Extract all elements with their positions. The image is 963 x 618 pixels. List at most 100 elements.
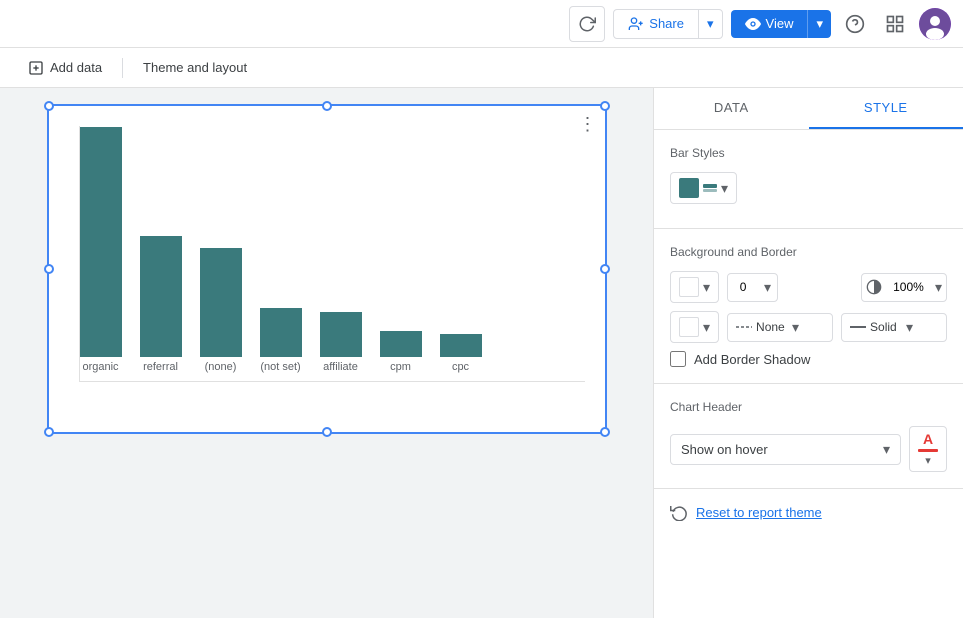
bar-color-chevron: ▾ <box>721 180 728 197</box>
bar[interactable] <box>440 334 482 357</box>
border-style-row: ▾ None ▾ Solid ▾ <box>670 311 947 343</box>
bar-color-picker[interactable]: ▾ <box>670 172 737 204</box>
bar-group: referral <box>140 236 182 373</box>
border-solid-dropdown[interactable]: Solid ▾ <box>841 313 947 342</box>
border-none-dropdown[interactable]: None ▾ <box>727 313 833 342</box>
opacity-icon <box>866 279 882 295</box>
bar[interactable] <box>140 236 182 357</box>
border-solid-icon <box>850 322 866 332</box>
second-toolbar: Add data Theme and layout <box>0 48 963 88</box>
share-dropdown-arrow[interactable]: ▾ <box>698 10 722 38</box>
bar-group: (not set) <box>260 308 302 373</box>
bar-label: organic <box>82 361 118 373</box>
bar[interactable] <box>260 308 302 357</box>
handle-bot-mid[interactable] <box>322 427 332 437</box>
view-arrow-icon: ▾ <box>816 16 823 32</box>
grid-view-button[interactable] <box>879 8 911 40</box>
bar-label: affiliate <box>323 361 358 373</box>
avatar[interactable] <box>919 8 951 40</box>
handle-top-left[interactable] <box>44 101 54 111</box>
text-color-chevron: ▾ <box>925 454 931 467</box>
background-border-title: Background and Border <box>670 245 947 259</box>
share-label: Share <box>649 16 684 31</box>
view-dropdown-arrow[interactable]: ▾ <box>807 10 831 38</box>
bar-group: cpm <box>380 331 422 373</box>
shadow-label: Add Border Shadow <box>694 352 810 367</box>
fill-icon <box>703 184 717 192</box>
bars-container: organic referral (none) (not set) affiliate c… <box>79 126 585 382</box>
chart-header-section: Chart Header Show on hover ▾ A ▾ <box>654 384 963 489</box>
share-arrow-icon: ▾ <box>707 16 714 32</box>
show-on-hover-chevron: ▾ <box>883 441 890 458</box>
handle-top-mid[interactable] <box>322 101 332 111</box>
reset-row[interactable]: Reset to report theme <box>654 489 963 535</box>
theme-layout-button[interactable]: Theme and layout <box>131 54 259 81</box>
bar-style-dropdown-row: ▾ <box>670 172 947 204</box>
handle-mid-left[interactable] <box>44 264 54 274</box>
border-size-wrap[interactable]: ▾ <box>727 273 778 302</box>
bar-label: cpc <box>452 361 469 373</box>
refresh-button[interactable] <box>569 6 605 42</box>
handle-bot-left[interactable] <box>44 427 54 437</box>
reset-link[interactable]: Reset to report theme <box>696 505 822 520</box>
shadow-checkbox[interactable] <box>670 351 686 367</box>
none-label: None <box>756 320 788 334</box>
share-main[interactable]: Share <box>614 10 698 38</box>
reset-icon <box>670 503 688 521</box>
solid-label: Solid <box>870 320 902 334</box>
bar[interactable] <box>380 331 422 357</box>
handle-top-right[interactable] <box>600 101 610 111</box>
bar[interactable] <box>320 312 362 357</box>
background-border-section: Background and Border ▾ ▾ ▾ <box>654 229 963 384</box>
border-color-picker[interactable]: ▾ <box>670 311 719 343</box>
text-color-bar <box>918 449 938 452</box>
opacity-input[interactable] <box>886 275 931 299</box>
chart-container[interactable]: ⋮ organicreferral(none)(not set)affiliat… <box>47 104 607 434</box>
shadow-checkbox-row: Add Border Shadow <box>670 351 947 367</box>
tab-style[interactable]: STYLE <box>809 88 963 129</box>
bar[interactable] <box>80 127 122 357</box>
solid-chevron: ▾ <box>906 319 938 336</box>
opacity-wrap[interactable]: ▾ <box>861 273 947 302</box>
view-button[interactable]: View ▾ <box>731 10 831 38</box>
handle-mid-right[interactable] <box>600 264 610 274</box>
panel-tabs: DATA STYLE <box>654 88 963 130</box>
border-color-chevron: ▾ <box>703 319 710 336</box>
border-size-input[interactable] <box>728 275 758 299</box>
border-color-swatch <box>679 317 699 337</box>
bar-group: cpc <box>440 334 482 373</box>
help-button[interactable] <box>839 8 871 40</box>
bar-label: referral <box>143 361 178 373</box>
bar-group: (none) <box>200 248 242 373</box>
view-main[interactable]: View <box>731 10 808 38</box>
bg-color-row: ▾ ▾ ▾ <box>670 271 947 303</box>
bar-styles-section: Bar Styles ▾ <box>654 130 963 229</box>
bar-color-swatch <box>679 178 699 198</box>
add-data-label: Add data <box>50 60 102 75</box>
share-button[interactable]: Share ▾ <box>613 9 722 39</box>
bar-label: cpm <box>390 361 411 373</box>
text-color-button[interactable]: A ▾ <box>909 426 947 472</box>
opacity-dropdown[interactable]: ▾ <box>931 274 946 301</box>
add-data-button[interactable]: Add data <box>16 54 114 82</box>
view-label: View <box>766 16 794 31</box>
bg-color-picker[interactable]: ▾ <box>670 271 719 303</box>
handle-bot-right[interactable] <box>600 427 610 437</box>
bar-group: affiliate <box>320 312 362 373</box>
right-panel: DATA STYLE Bar Styles ▾ Ba <box>653 88 963 618</box>
bg-color-chevron: ▾ <box>703 279 710 296</box>
main-content: ⋮ organicreferral(none)(not set)affiliat… <box>0 88 963 618</box>
chart-header-title: Chart Header <box>670 400 947 414</box>
show-on-hover-label: Show on hover <box>681 442 768 457</box>
bar[interactable] <box>200 248 242 357</box>
border-none-icon <box>736 322 752 332</box>
canvas-area: ⋮ organicreferral(none)(not set)affiliat… <box>0 88 653 618</box>
theme-layout-label: Theme and layout <box>143 60 247 75</box>
none-chevron: ▾ <box>792 319 824 336</box>
tab-data[interactable]: DATA <box>654 88 809 129</box>
border-dropdown-btn[interactable]: ▾ <box>758 274 777 301</box>
bar-styles-title: Bar Styles <box>670 146 947 160</box>
show-on-hover-dropdown[interactable]: Show on hover ▾ <box>670 434 901 465</box>
chart-header-row: Show on hover ▾ A ▾ <box>670 426 947 472</box>
bar-label: (not set) <box>260 361 300 373</box>
